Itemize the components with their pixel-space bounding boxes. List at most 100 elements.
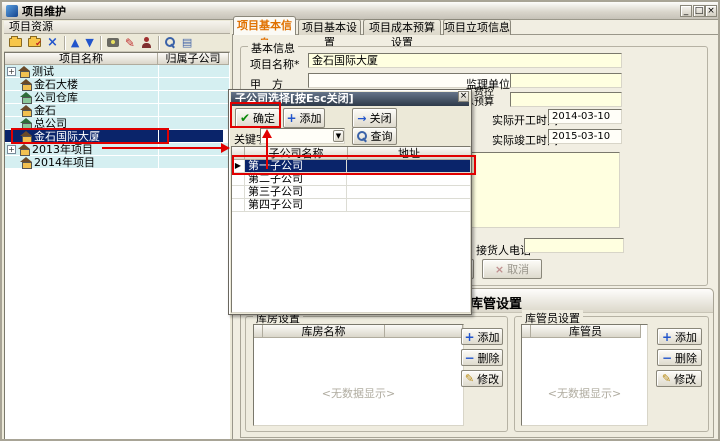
actual-start-input[interactable]: 2014-03-10 [548,109,622,124]
column-divider [158,65,159,169]
cancel-x-icon: × [495,263,504,276]
title-bar: 项目维护 [2,2,718,20]
subsidiary-name-cell: 第三子公司 [245,186,347,198]
modify-label: 修改 [674,371,696,387]
toolbar-separator [64,36,65,50]
cancel-label: 取消 [507,261,529,277]
tab-project-approval-info[interactable]: 项目立项信息 [443,19,511,35]
edit-icon: ✎ [465,372,474,385]
table-row[interactable]: 第四子公司 [232,199,470,212]
minus-icon: − [464,351,474,365]
warehouse-section-title: 库管设置 [470,293,522,312]
toolbar-separator [158,36,159,50]
tree-row[interactable]: 2014年项目 [5,156,229,169]
storeroom-modify-button[interactable]: ✎修改 [461,370,503,387]
plus-icon: + [286,111,296,125]
edit-icon: ✎ [662,372,671,385]
annotation-arrowhead-right [221,143,230,153]
tab-project-basic-info[interactable]: 项目基本信息 [233,16,296,35]
add-button[interactable]: + 添加 [283,108,325,128]
house-icon [20,92,32,103]
project-name-input[interactable]: 金石国际大厦 [308,53,622,68]
tab-project-basic-settings[interactable]: 项目基本设置 [298,19,361,35]
modify-label: 修改 [477,371,499,387]
storeroom-add-button[interactable]: + 添加 [461,328,503,345]
delete-icon[interactable]: × [47,35,58,50]
project-name-label: 项目名称* [250,56,300,72]
receiver-phone-input[interactable] [524,238,624,253]
project-tree-grid: 项目名称 归属子公司 + 测试 金石大楼 公司仓库 金石 总公司 金石国际大厦 [4,52,230,441]
storeroom-table: 库房名称 <无数据显示> [253,324,464,426]
close-dialog-button[interactable]: → 关闭 [352,108,397,128]
house-icon [20,79,32,90]
minimize-button[interactable]: _ [680,5,692,17]
expand-icon[interactable]: + [7,67,16,76]
storekeeper-add-button[interactable]: +添加 [657,328,702,345]
address-cell [347,186,470,198]
camera-icon[interactable] [107,38,119,47]
minus-icon: − [662,351,672,365]
tree-toolbar: ✔ × ▲ ▼ ✎ ▤ [4,34,230,52]
project-resource-header: 项目资源 [4,21,230,34]
find-icon[interactable] [165,37,176,48]
storekeeper-table: 库管员 <无数据显示> [521,324,648,426]
house-icon [20,118,32,129]
annotation-box-tree-item [11,128,169,144]
annotation-box-table-row [232,155,476,175]
row-marker-header [522,325,531,338]
edit-folder-icon[interactable]: ✔ [28,38,41,47]
expand-icon[interactable]: + [7,145,16,154]
storeroom-column-header[interactable]: 库房名称 [263,325,385,338]
row-marker [232,199,245,211]
storekeeper-modify-button[interactable]: ✎修改 [656,370,702,387]
budget-input[interactable] [510,92,622,107]
maximize-button[interactable]: □ [693,5,705,17]
annotation-box-ok-button [230,102,281,128]
row-marker-header [254,325,263,338]
edit-mark-icon: ✔ [35,39,42,48]
add-label: 添加 [478,329,500,345]
users-icon[interactable] [141,37,152,48]
delete-label: 删除 [675,350,697,366]
storekeeper-delete-button[interactable]: −删除 [657,349,702,366]
search-label: 查询 [371,128,393,144]
house-icon [20,157,32,168]
storeroom-empty-text: <无数据显示> [254,385,463,401]
column-header-project-name[interactable]: 项目名称 [5,53,158,65]
tab-project-cost-budget-settings[interactable]: 项目成本预算设置 [363,19,441,35]
search-button[interactable]: 查询 [352,127,397,145]
address-cell [347,199,470,211]
window-title: 项目维护 [22,3,66,19]
receiver-phone-label: 接货人电话 [476,242,531,258]
close-label: 关闭 [370,110,392,126]
house-icon [20,105,32,116]
annotation-arrow-line [102,147,221,149]
cancel-button[interactable]: × 取消 [482,259,542,279]
actual-end-input[interactable]: 2015-03-10 [548,129,622,144]
add-label: 添加 [675,329,697,345]
supervisor-input[interactable] [510,73,622,88]
combo-dropdown-icon[interactable]: ▼ [333,130,344,142]
open-folder-icon[interactable] [9,38,22,47]
delete-label: 删除 [478,350,500,366]
pen-icon[interactable]: ✎ [125,36,135,50]
tree-item-label: 2014年项目 [34,154,95,170]
filler-header [385,325,463,338]
house-icon [18,144,30,155]
close-button[interactable]: × [705,5,717,17]
subsidiary-name-cell: 第四子公司 [245,199,347,211]
row-marker [232,186,245,198]
storeroom-delete-button[interactable]: −删除 [461,349,503,366]
move-down-icon[interactable]: ▼ [85,36,93,49]
move-up-icon[interactable]: ▲ [71,36,79,49]
dialog-close-button[interactable]: × [458,91,469,102]
storekeeper-column-header[interactable]: 库管员 [531,325,641,338]
report-icon[interactable]: ▤ [182,36,192,49]
house-icon [18,66,30,77]
plus-icon: + [464,330,474,344]
column-header-subsidiary[interactable]: 归属子公司 [158,53,229,65]
add-label: 添加 [300,110,322,126]
toolbar-separator [100,36,101,50]
basic-info-group-title: 基本信息 [248,40,298,56]
app-icon [6,5,18,17]
